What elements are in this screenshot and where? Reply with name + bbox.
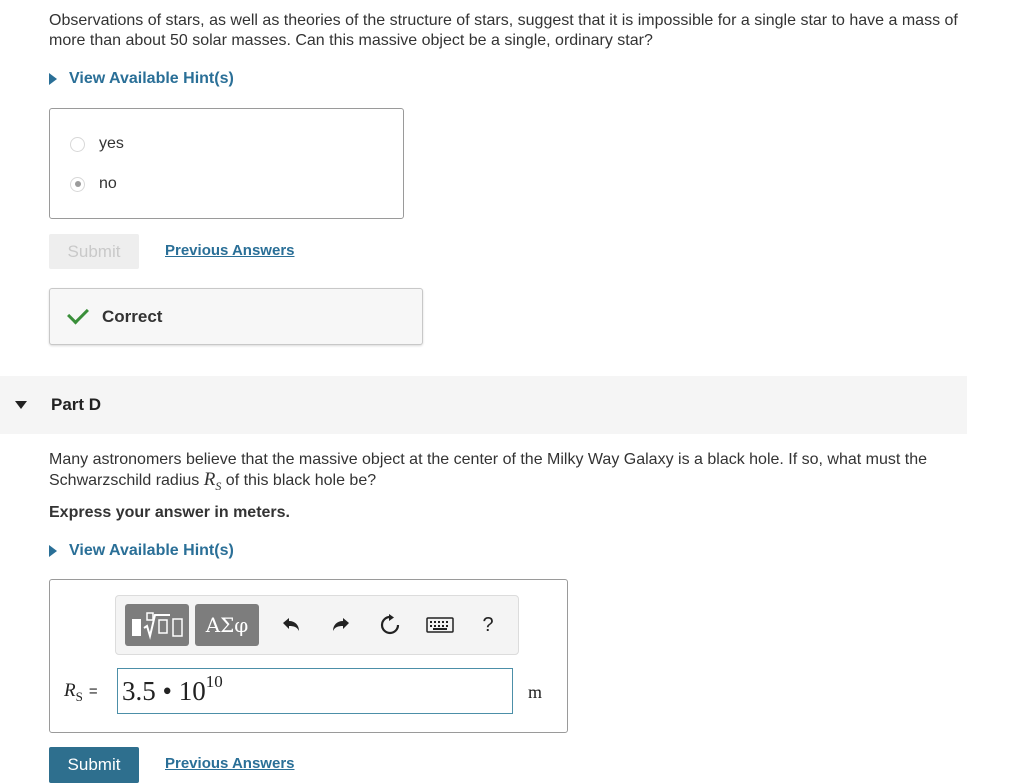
radio-no[interactable] <box>70 176 85 192</box>
hint-label: View Available Hint(s) <box>69 542 234 559</box>
feedback-label: Correct <box>102 306 163 326</box>
reset-icon[interactable] <box>377 612 403 638</box>
part-c-previous-answers-link[interactable]: Previous Answers <box>165 242 295 259</box>
part-d-submit-button[interactable]: Submit <box>49 747 139 783</box>
choice-yes[interactable]: yes <box>70 135 124 153</box>
answer-unit: m <box>528 682 543 702</box>
part-c-submit-button[interactable]: Submit <box>49 234 139 269</box>
triangle-right-icon <box>49 73 57 85</box>
part-c-question: Observations of stars, as well as theori… <box>49 12 958 49</box>
fraction-sqrt-icon <box>132 612 183 640</box>
greek-symbols-button[interactable]: ΑΣφ <box>195 604 259 646</box>
choice-yes-label: yes <box>99 135 124 152</box>
checkmark-icon <box>67 302 89 325</box>
part-d-hint-toggle[interactable]: View Available Hint(s) <box>49 542 234 560</box>
feedback-correct: Correct <box>49 288 423 345</box>
template-button[interactable] <box>125 604 189 646</box>
answer-variable-label: RS = <box>64 680 98 704</box>
choice-no[interactable]: no <box>70 175 117 193</box>
part-d-previous-answers-link[interactable]: Previous Answers <box>165 755 295 772</box>
keyboard-icon[interactable] <box>426 612 454 638</box>
answer-choices: yes no <box>49 108 404 219</box>
hint-label: View Available Hint(s) <box>69 70 234 87</box>
caret-down-icon[interactable] <box>15 401 27 409</box>
answer-input[interactable]: 3.5 • 10 10 <box>117 668 513 714</box>
help-button[interactable]: ? <box>475 612 501 638</box>
radio-yes[interactable] <box>70 136 85 152</box>
rs-variable: RS <box>203 469 222 493</box>
part-c-hint-toggle[interactable]: View Available Hint(s) <box>49 70 234 88</box>
triangle-right-icon <box>49 545 57 557</box>
math-toolbar: ΑΣφ ? <box>115 595 519 655</box>
choice-no-label: no <box>99 175 117 192</box>
part-d-header[interactable]: Part D <box>0 376 967 434</box>
part-d-title: Part D <box>51 395 102 414</box>
redo-icon[interactable] <box>328 612 354 638</box>
part-d-instruction: Express your answer in meters. <box>49 504 290 521</box>
answer-box: ΑΣφ ? RS = 3.5 • 10 10 m <box>49 579 568 733</box>
part-d-question: Many astronomers believe that the massiv… <box>49 451 928 493</box>
undo-icon[interactable] <box>278 612 304 638</box>
